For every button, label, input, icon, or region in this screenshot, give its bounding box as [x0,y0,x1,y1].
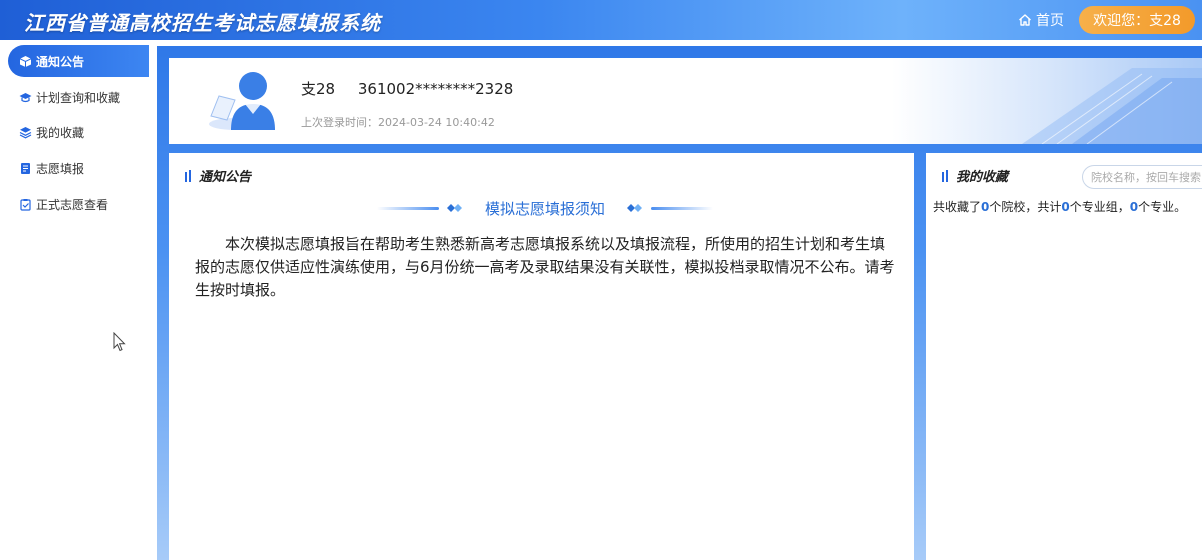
decorative-graphic [1022,68,1202,144]
user-info: 支28 361002********2328 [301,78,531,99]
notice-heading: 模拟志愿填报须知 [375,197,715,219]
favorites-panel-title-text: 我的收藏 [956,170,1009,185]
notice-panel-title-text: 通知公告 [199,170,252,185]
summary-text: 共收藏了 [933,200,982,214]
sidebar-item-label: 志愿填报 [36,161,85,176]
diamond-icon [627,203,643,213]
sidebar-item-my-favorites[interactable]: 我的收藏 [8,116,149,148]
diamond-icon [446,203,463,213]
sidebar-item-label: 通知公告 [36,54,85,69]
sidebar-item-label: 我的收藏 [36,125,85,140]
top-header: 江西省普通高校招生考试志愿填报系统 首页 欢迎您：支28 [0,0,1202,40]
home-link[interactable]: 首页 [1018,9,1064,31]
profile-card: 支28 361002********2328 上次登录时间：2024-03-24… [169,58,1202,144]
heading-line-right [651,206,713,210]
group-count: 0 [1061,200,1070,214]
layers-icon [18,125,32,139]
sidebar-item-notice[interactable]: 通知公告 [8,45,149,77]
title-bar-icon [185,169,191,182]
home-icon [1019,14,1031,26]
sidebar-item-label: 计划查询和收藏 [36,90,121,105]
favorites-summary: 共收藏了0个院校，共计0个专业组，0个专业。 [933,198,1186,215]
mouse-cursor-icon [113,332,126,352]
favorites-panel-title: 我的收藏 [942,166,1008,185]
major-count: 0 [1129,200,1139,214]
sidebar-item-label: 正式志愿查看 [36,197,109,212]
cube-icon [18,54,32,68]
user-name: 支28 [301,80,336,98]
sidebar-item-plan-query[interactable]: 计划查询和收藏 [8,81,149,113]
notice-panel: 通知公告 模拟志愿填报须知 本次模拟志愿填报旨在帮助考生熟悉新高考志愿填报系统以… [169,153,914,560]
home-label: 首页 [1036,13,1064,29]
sidebar: 通知公告 计划查询和收藏 我的收藏 志愿填报 正式志愿查看 [0,40,155,560]
user-avatar-icon [209,72,275,130]
document-icon [18,161,32,175]
summary-text: 个专业组， [1069,200,1130,214]
sidebar-item-formal-view[interactable]: 正式志愿查看 [8,188,149,220]
summary-text: 个院校，共计 [989,200,1062,214]
sidebar-item-volunteer-fill[interactable]: 志愿填报 [8,152,149,184]
user-id-number: 361002********2328 [357,80,514,98]
app-title: 江西省普通高校招生考试志愿填报系统 [24,11,381,35]
welcome-badge[interactable]: 欢迎您：支28 [1079,6,1195,34]
graduation-cap-icon [18,90,32,104]
notice-body: 本次模拟志愿填报旨在帮助考生熟悉新高考志愿填报系统以及填报流程，所使用的招生计划… [195,235,895,299]
title-bar-icon [942,169,948,182]
last-login-time: 上次登录时间：2024-03-24 10:40:42 [301,116,495,129]
summary-text: 个专业。 [1138,200,1187,214]
notice-heading-text: 模拟志愿填报须知 [484,199,605,218]
favorites-search-input[interactable] [1082,165,1202,189]
heading-line-left [376,206,439,210]
favorites-panel: 我的收藏 共收藏了0个院校，共计0个专业组，0个专业。 [926,153,1202,560]
clipboard-check-icon [18,197,32,211]
notice-panel-title: 通知公告 [185,166,251,185]
